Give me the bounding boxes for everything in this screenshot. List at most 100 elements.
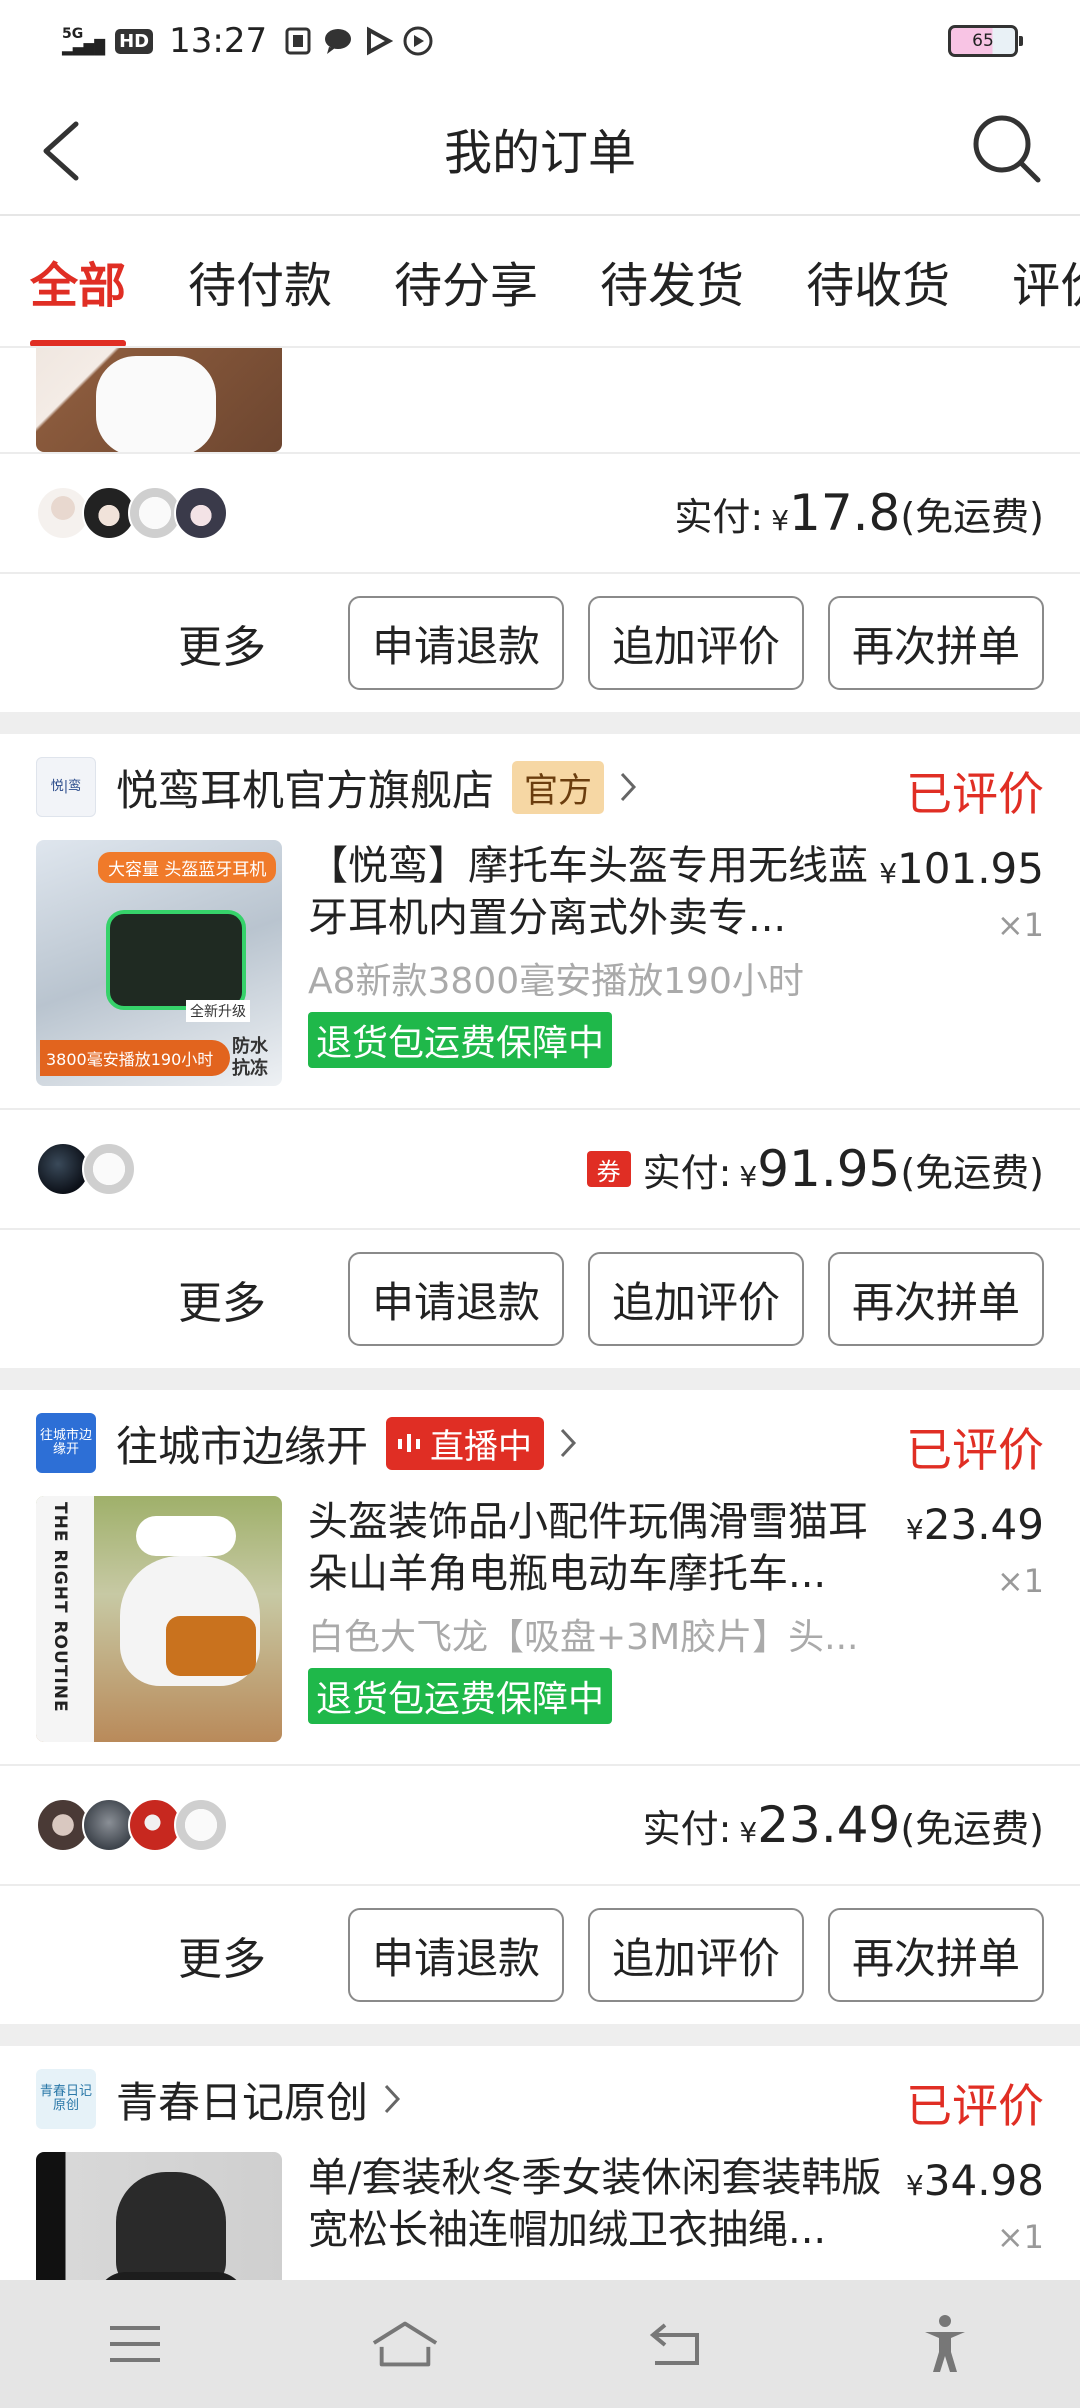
- return-shipping-badge: 退货包运费保障中: [308, 1668, 613, 1724]
- payment-row: 实付: ¥ 17.8 (免运费): [0, 452, 1080, 572]
- tab-all[interactable]: 全部: [30, 216, 127, 346]
- order-card: 青春日记原创 青春日记原创 已评价 单/套装秋冬季女装休闲套装韩版宽松长袖连帽加…: [0, 2046, 1080, 2280]
- more-button[interactable]: 更多: [178, 1267, 266, 1331]
- play-icon: [363, 26, 394, 56]
- system-nav-bar: [0, 2280, 1080, 2408]
- live-bars-icon: [398, 1434, 421, 1452]
- order-list[interactable]: 实付: ¥ 17.8 (免运费) 更多 申请退款 追加评价 再次拼单 悦|鸾 悦…: [0, 348, 1080, 2280]
- reorder-button[interactable]: 再次拼单: [828, 1252, 1044, 1346]
- action-row: 更多 申请退款 追加评价 再次拼单: [0, 572, 1080, 712]
- search-icon: [973, 115, 1041, 183]
- product-image[interactable]: [36, 348, 282, 452]
- signal-icon: 5G ▂▄▆█: [62, 26, 106, 56]
- status-bar: 5G ▂▄▆█ HD 13:27 65: [0, 0, 1080, 82]
- product-item[interactable]: 大容量 头盔蓝牙耳机 全新升级 3800毫安播放190小时 防水抗冻 【悦鸾】摩…: [0, 840, 1080, 1108]
- product-title: 单/套装秋冬季女装休闲套装韩版宽松长袖连帽加绒卫衣抽绳...: [308, 2155, 882, 2253]
- payment-row: 实付: ¥ 23.49 (免运费): [0, 1764, 1080, 1884]
- group-avatars: [36, 1798, 228, 1852]
- payment-row: 券 实付: ¥ 91.95 (免运费): [0, 1108, 1080, 1228]
- home-icon[interactable]: [370, 2309, 440, 2379]
- reorder-button[interactable]: 再次拼单: [828, 1908, 1044, 2002]
- refund-button[interactable]: 申请退款: [348, 596, 564, 690]
- order-status: 已评价: [906, 1423, 1044, 1477]
- product-image: THE RIGHT ROUTINE: [36, 1496, 282, 1742]
- product-title: 【悦鸾】摩托车头盔专用无线蓝牙耳机内置分离式外卖专...: [308, 843, 868, 941]
- product-title: 头盔装饰品小配件玩偶滑雪猫耳朵山羊角电瓶电动车摩托车...: [308, 1499, 868, 1597]
- tab-pending-share[interactable]: 待分享: [394, 216, 538, 346]
- paid-amount: 券 实付: ¥ 91.95 (免运费): [586, 1140, 1044, 1198]
- screenshot-icon: [283, 26, 313, 56]
- more-button[interactable]: 更多: [178, 1923, 266, 1987]
- order-status: 已评价: [906, 767, 1044, 821]
- hd-badge: HD: [115, 28, 154, 54]
- product-item[interactable]: 单/套装秋冬季女装休闲套装韩版宽松长袖连帽加绒卫衣抽绳... ¥34.98 ×1: [0, 2152, 1080, 2280]
- accessibility-icon[interactable]: [910, 2309, 980, 2379]
- group-avatars: [36, 1142, 136, 1196]
- thumb-badge: 全新升级: [186, 1000, 250, 1022]
- tab-pending-payment[interactable]: 待付款: [188, 216, 332, 346]
- tab-pending-shipment[interactable]: 待发货: [600, 216, 744, 346]
- more-button[interactable]: 更多: [178, 611, 266, 675]
- add-review-button[interactable]: 追加评价: [588, 1908, 804, 2002]
- reorder-button[interactable]: 再次拼单: [828, 596, 1044, 690]
- avatar: [82, 1142, 136, 1196]
- chevron-right-icon: [560, 1428, 577, 1458]
- store-logo: 青春日记原创: [36, 2069, 96, 2129]
- product-quantity: ×1: [996, 906, 1044, 944]
- order-card: 悦|鸾 悦鸾耳机官方旗舰店 官方 已评价 大容量 头盔蓝牙耳机 全新升级 380…: [0, 734, 1080, 1368]
- store-header[interactable]: 青春日记原创 青春日记原创 已评价: [0, 2046, 1080, 2152]
- coupon-icon: 券: [586, 1151, 631, 1187]
- nav-bar: 我的订单: [0, 82, 1080, 216]
- avatar: [174, 1798, 228, 1852]
- search-button[interactable]: [970, 112, 1044, 186]
- product-item[interactable]: THE RIGHT ROUTINE 头盔装饰品小配件玩偶滑雪猫耳朵山羊角电瓶电动…: [0, 1496, 1080, 1764]
- refund-button[interactable]: 申请退款: [348, 1908, 564, 2002]
- chevron-right-icon: [384, 2084, 401, 2114]
- paid-amount: 实付: ¥ 23.49 (免运费): [642, 1796, 1044, 1854]
- message-icon: [323, 26, 353, 56]
- return-shipping-badge: 退货包运费保障中: [308, 1012, 613, 1068]
- live-badge: 直播中: [386, 1416, 545, 1470]
- order-status: 已评价: [906, 2079, 1044, 2133]
- store-name: 往城市边缘开: [116, 1421, 369, 1471]
- order-tabs: 全部 待付款 待分享 待发货 待收货 评价: [0, 216, 1080, 348]
- store-name: 青春日记原创: [116, 2077, 369, 2127]
- thumb-top-banner: 大容量 头盔蓝牙耳机: [98, 852, 277, 883]
- page-title: 我的订单: [443, 125, 636, 181]
- product-price: ¥23.49: [905, 1500, 1044, 1549]
- status-time: 13:27: [169, 21, 268, 61]
- paid-amount: 实付: ¥ 17.8 (免运费): [674, 484, 1044, 542]
- menu-icon[interactable]: [100, 2309, 170, 2379]
- product-image: [36, 2152, 282, 2280]
- product-spec: A8新款3800毫安播放190小时: [308, 961, 804, 1002]
- order-card: 往城市边缘开 往城市边缘开 直播中 已评价 THE RIGHT ROUTINE …: [0, 1390, 1080, 2024]
- store-header[interactable]: 悦|鸾 悦鸾耳机官方旗舰店 官方 已评价: [0, 734, 1080, 840]
- store-logo: 往城市边缘开: [36, 1413, 96, 1473]
- thumb-side-text: THE RIGHT ROUTINE: [50, 1502, 70, 1713]
- product-price: ¥34.98: [905, 2156, 1044, 2205]
- back-nav-icon[interactable]: [640, 2309, 710, 2379]
- tab-review[interactable]: 评价: [1012, 216, 1080, 346]
- store-logo: 悦|鸾: [36, 757, 96, 817]
- product-spec: 白色大飞龙【吸盘+3M胶片】头...: [308, 1617, 859, 1658]
- refund-button[interactable]: 申请退款: [348, 1252, 564, 1346]
- action-row: 更多 申请退款 追加评价 再次拼单: [0, 1228, 1080, 1368]
- product-price: ¥101.95: [879, 844, 1044, 893]
- product-quantity: ×1: [996, 2218, 1044, 2256]
- product-quantity: ×1: [996, 1562, 1044, 1600]
- tab-pending-receipt[interactable]: 待收货: [806, 216, 950, 346]
- chevron-right-icon: [620, 772, 637, 802]
- store-header[interactable]: 往城市边缘开 往城市边缘开 直播中 已评价: [0, 1390, 1080, 1496]
- official-badge: 官方: [512, 760, 605, 814]
- back-button[interactable]: [36, 118, 96, 184]
- action-row: 更多 申请退款 追加评价 再次拼单: [0, 1884, 1080, 2024]
- battery-icon: 65: [948, 25, 1023, 57]
- thumb-corner-text: 防水抗冻: [232, 1036, 268, 1079]
- store-name: 悦鸾耳机官方旗舰店: [116, 765, 495, 815]
- add-review-button[interactable]: 追加评价: [588, 1252, 804, 1346]
- product-image: 大容量 头盔蓝牙耳机 全新升级 3800毫安播放190小时 防水抗冻: [36, 840, 282, 1086]
- thumb-bottom-banner: 3800毫安播放190小时: [40, 1040, 230, 1076]
- avatar: [174, 486, 228, 540]
- add-review-button[interactable]: 追加评价: [588, 596, 804, 690]
- video-icon: [403, 26, 433, 56]
